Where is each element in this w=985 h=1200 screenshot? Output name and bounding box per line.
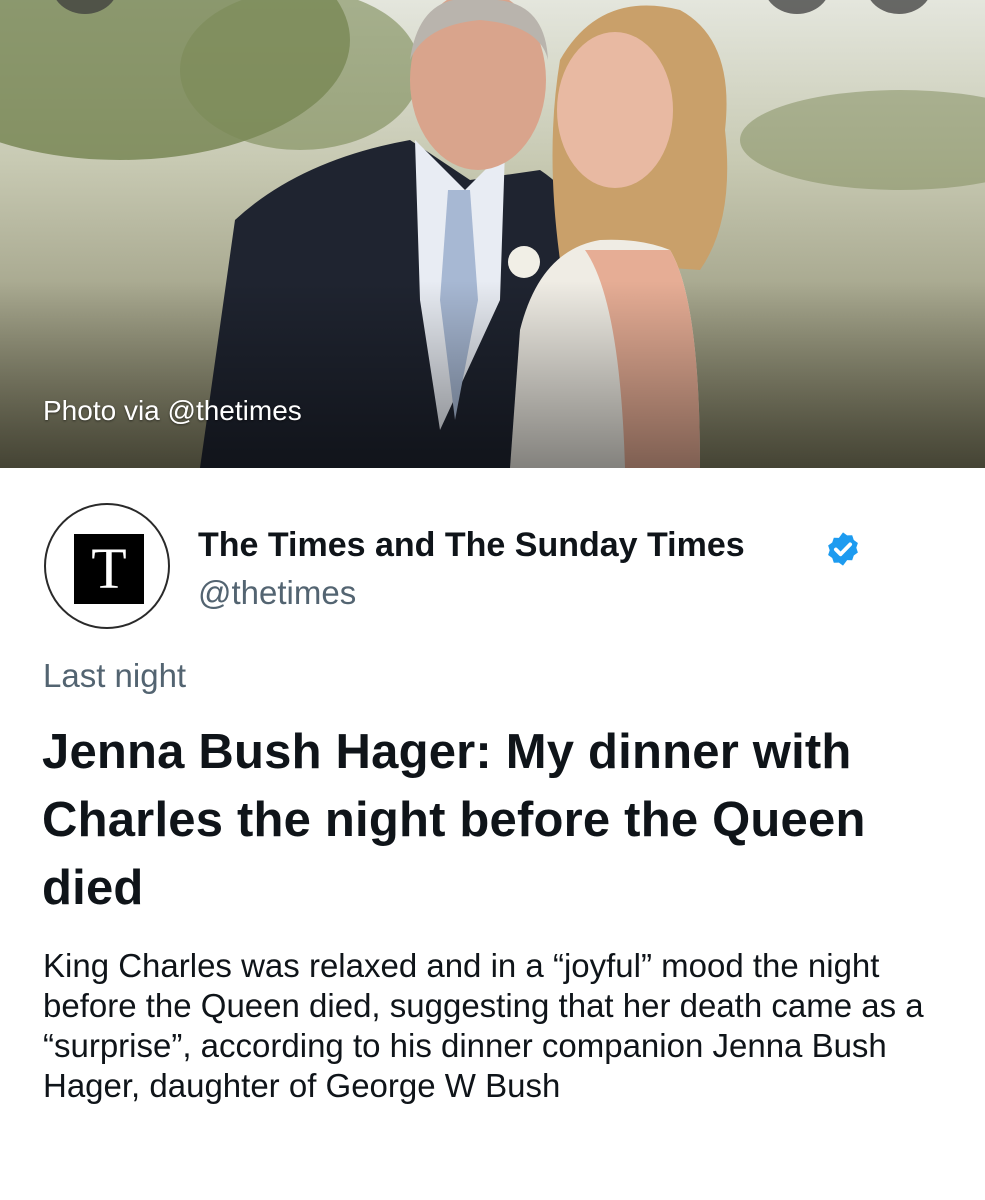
verified-badge-icon [828, 532, 858, 566]
article-summary: King Charles was relaxed and in a “joyfu… [43, 947, 924, 1104]
times-logo: T [74, 534, 144, 604]
account-avatar[interactable]: T [44, 503, 170, 629]
account-display-name[interactable]: The Times and The Sunday Times [198, 526, 745, 565]
photo-caption: Photo via @thetimes [43, 395, 302, 426]
account-handle[interactable]: @thetimes [198, 574, 356, 612]
article-timestamp: Last night [43, 657, 187, 694]
article-photo[interactable]: Photo via @thetimes [0, 0, 985, 468]
article-headline[interactable]: Jenna Bush Hager: My dinner with Charles… [42, 718, 942, 922]
